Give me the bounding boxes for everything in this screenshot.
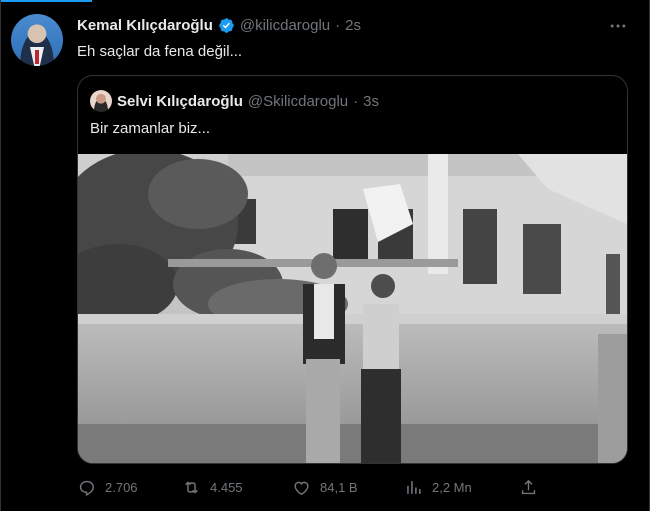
- avatar[interactable]: [11, 14, 63, 66]
- like-action[interactable]: 84,1 B: [292, 478, 358, 497]
- author-handle[interactable]: @kilicdaroglu: [240, 17, 330, 34]
- reply-icon: [79, 480, 94, 497]
- quoted-separator-dot: ·: [353, 92, 359, 110]
- quoted-tweet-header: Selvi Kılıçdaroğlu @Skilicdaroglu · 3s: [90, 90, 379, 112]
- separator-dot: ·: [335, 17, 341, 34]
- quoted-author-display-name: Selvi Kılıçdaroğlu: [117, 92, 243, 110]
- views-count: 2,2 Mn: [432, 480, 472, 495]
- tweet-actions: 2.706 4.455 84,1 B 2,2 Mn: [77, 478, 547, 500]
- quoted-avatar: [90, 90, 112, 112]
- more-dots-icon: [610, 24, 626, 28]
- quoted-author-handle: @Skilicdaroglu: [247, 92, 349, 110]
- share-icon: [521, 479, 536, 495]
- heart-icon: [294, 481, 309, 496]
- tweet-time[interactable]: 2s: [345, 17, 361, 34]
- retweet-count: 4.455: [210, 480, 243, 495]
- reply-count: 2.706: [105, 480, 138, 495]
- quoted-tweet-time: 3s: [363, 92, 379, 110]
- quoted-tweet[interactable]: Selvi Kılıçdaroğlu @Skilicdaroglu · 3s B…: [77, 75, 628, 464]
- retweet-action[interactable]: 4.455: [182, 478, 243, 497]
- avatar-tie: [35, 50, 39, 64]
- verified-badge-icon[interactable]: [218, 17, 235, 34]
- views-action[interactable]: 2,2 Mn: [404, 478, 472, 497]
- views-chart-icon: [407, 481, 421, 494]
- reply-action[interactable]: 2.706: [77, 478, 138, 497]
- share-action[interactable]: [519, 478, 538, 497]
- tweet-header: Kemal Kılıçdaroğlu @kilicdaroglu · 2s: [77, 17, 361, 34]
- like-count: 84,1 B: [320, 480, 358, 495]
- tweet-text: Eh saçlar da fena değil...: [77, 43, 243, 60]
- more-icon[interactable]: [608, 16, 628, 41]
- quoted-tweet-text: Bir zamanlar biz...: [90, 120, 211, 137]
- tweet[interactable]: Kemal Kılıçdaroğlu @kilicdaroglu · 2s Eh…: [0, 0, 650, 511]
- retweet-icon: [185, 481, 198, 494]
- author-display-name[interactable]: Kemal Kılıçdaroğlu: [77, 17, 213, 34]
- quoted-photo[interactable]: [78, 154, 627, 464]
